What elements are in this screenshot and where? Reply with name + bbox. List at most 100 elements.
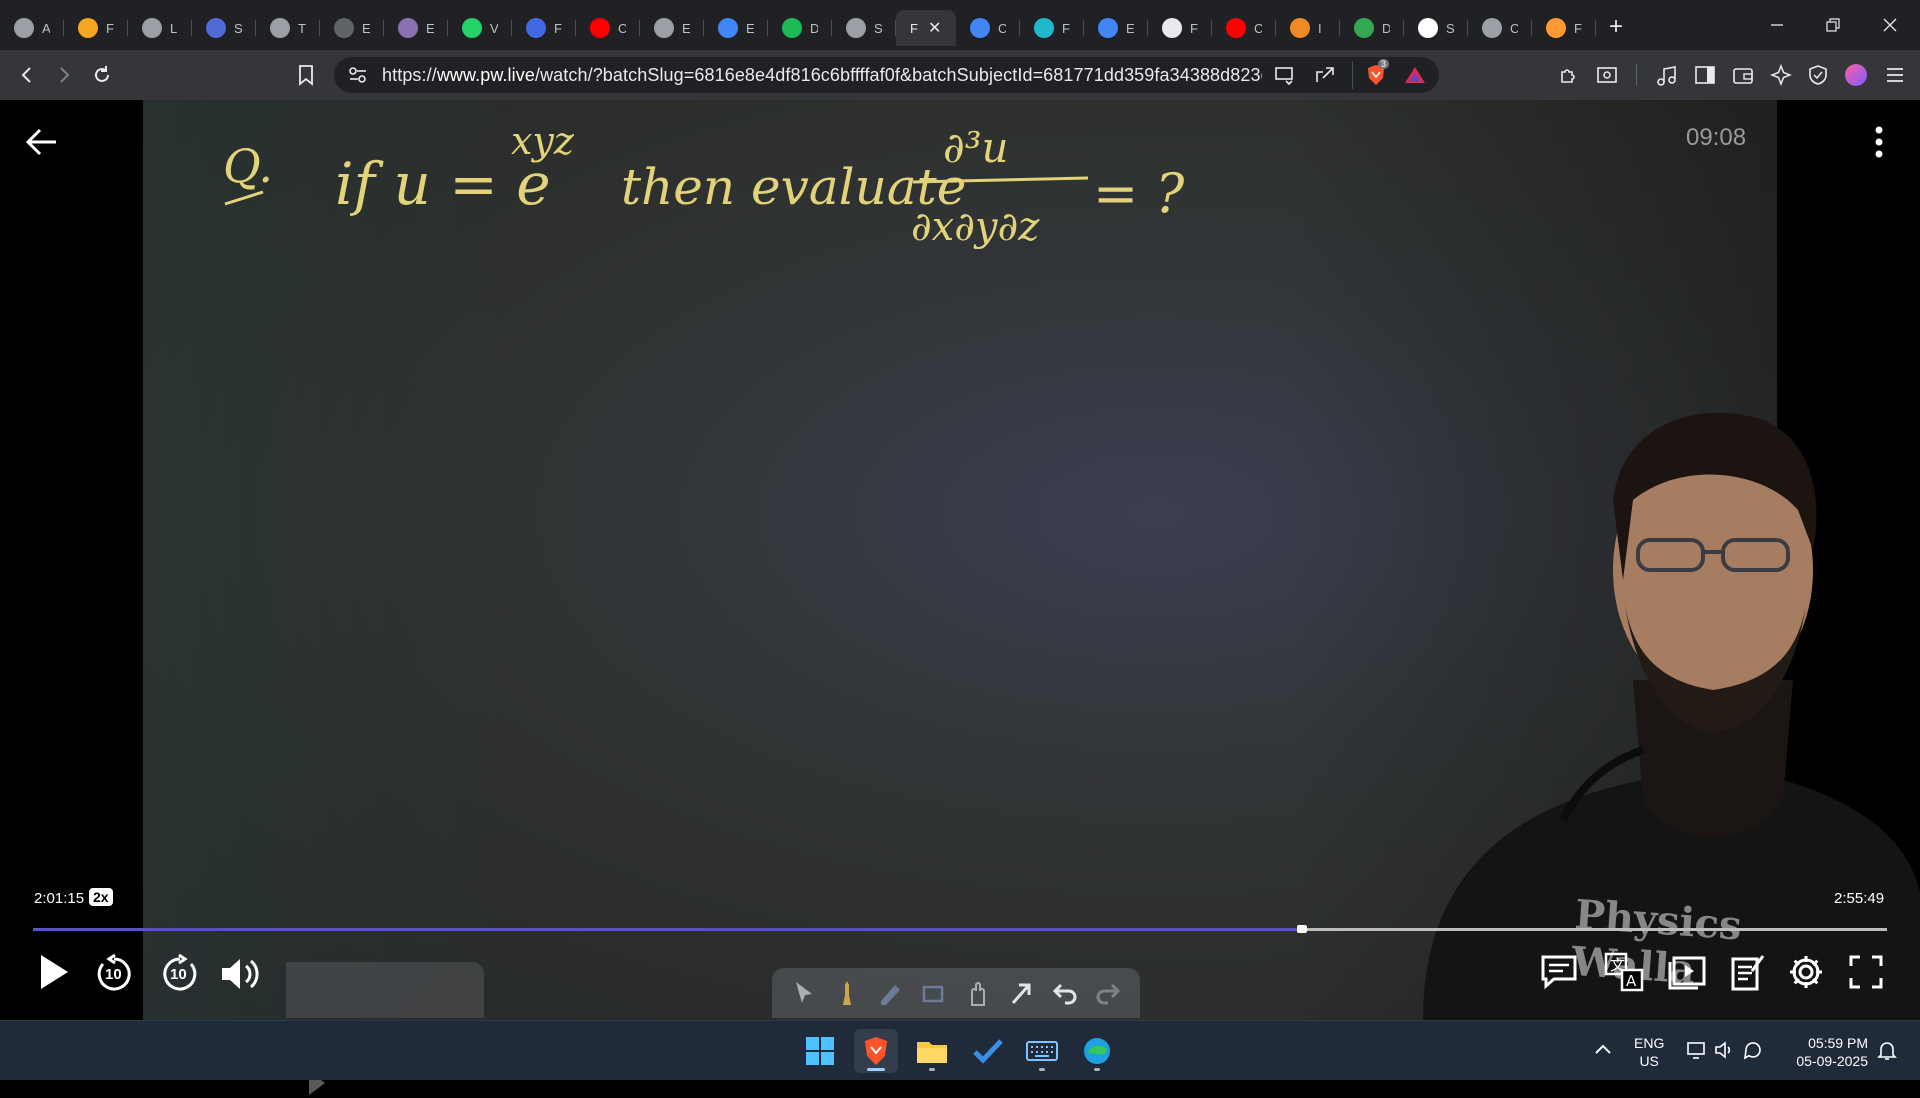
reader-mode-icon[interactable]: [1596, 64, 1618, 86]
settings-button[interactable]: [1786, 952, 1826, 992]
close-tab-icon[interactable]: ✕: [928, 18, 941, 38]
vpn-shield-icon[interactable]: [1807, 64, 1829, 86]
restore-icon: [1826, 18, 1840, 32]
more-options-icon[interactable]: [1866, 122, 1892, 162]
back-arrow-icon[interactable]: [22, 122, 62, 162]
browser-tab[interactable]: E: [1084, 10, 1148, 46]
menu-icon[interactable]: [1884, 64, 1906, 86]
browser-tab-strip: A F L S T E E V F C E E D S F ✕ C F E F C I D S C F +: [0, 0, 1920, 50]
share-icon[interactable]: [1314, 65, 1336, 85]
url-scheme: https://: [382, 64, 437, 85]
seek-bar-handle[interactable]: [1297, 925, 1307, 933]
new-tab-button[interactable]: +: [1596, 9, 1636, 45]
browser-tab[interactable]: E: [640, 10, 704, 46]
highlighter-tool-icon[interactable]: [877, 979, 905, 1007]
media-icon[interactable]: [1656, 64, 1678, 86]
browser-tab[interactable]: S: [192, 10, 256, 46]
network-icon[interactable]: [1686, 1039, 1708, 1061]
browser-tab[interactable]: D: [1340, 10, 1404, 46]
browser-tab[interactable]: E: [704, 10, 768, 46]
taskbar-file-explorer[interactable]: [910, 1029, 954, 1073]
browser-tab[interactable]: T: [256, 10, 320, 46]
taskbar-edge[interactable]: [1075, 1029, 1119, 1073]
play-button[interactable]: [36, 950, 72, 994]
browser-tab[interactable]: C: [1212, 10, 1276, 46]
system-clock[interactable]: 05:59 PM 05-09-2025: [1784, 1034, 1868, 1070]
url-text[interactable]: https://www.pw.live/watch/?batchSlug=681…: [382, 65, 1262, 86]
seek-bar[interactable]: [33, 925, 1887, 933]
address-bar[interactable]: https://www.pw.live/watch/?batchSlug=681…: [334, 57, 1439, 93]
language-indicator[interactable]: ENG US: [1634, 1034, 1664, 1070]
translate-button[interactable]: 文A: [1604, 952, 1644, 992]
hand-tool-icon[interactable]: [964, 979, 992, 1007]
speaker-icon[interactable]: [1714, 1039, 1736, 1061]
browser-tab[interactable]: S: [1404, 10, 1468, 46]
brave-shields-button[interactable]: 3: [1364, 59, 1390, 87]
tab-title: F: [1574, 20, 1582, 36]
arrow-tool-icon[interactable]: [1007, 979, 1035, 1007]
browser-tab[interactable]: D: [768, 10, 832, 46]
browser-tab[interactable]: E: [384, 10, 448, 46]
browser-tab[interactable]: F: [1148, 10, 1212, 46]
folder-icon: [917, 1042, 947, 1063]
browser-tab[interactable]: F: [64, 10, 128, 46]
cast-icon[interactable]: [1274, 65, 1296, 85]
current-time: 2:01:15: [34, 890, 85, 907]
brave-rewards-icon[interactable]: [1404, 65, 1426, 85]
spiral-icon: [398, 18, 418, 38]
forward-10-button[interactable]: 10: [160, 950, 200, 994]
browser-tab[interactable]: L: [128, 10, 192, 46]
taskbar-todo[interactable]: [966, 1029, 1010, 1073]
redo-icon[interactable]: [1094, 979, 1122, 1007]
browser-tab[interactable]: F: [1532, 10, 1596, 46]
pointer-tool-icon[interactable]: [790, 979, 818, 1007]
notification-bell-icon[interactable]: [1876, 1039, 1898, 1061]
shapes-tool-icon[interactable]: [920, 979, 948, 1007]
pen-tool-icon[interactable]: [833, 979, 861, 1007]
browser-tab[interactable]: C: [576, 10, 640, 46]
volume-button[interactable]: [218, 952, 264, 996]
rewind-10-button[interactable]: 10: [94, 950, 134, 994]
handwritten-question: Q. if u = e xyz then evaluate ∂³u ∂x∂y∂z…: [223, 119, 1185, 250]
browser-tab[interactable]: E: [320, 10, 384, 46]
video-player[interactable]: Q. if u = e xyz then evaluate ∂³u ∂x∂y∂z…: [0, 100, 1920, 1095]
taskbar-keyboard[interactable]: [1020, 1029, 1064, 1073]
start-button[interactable]: [798, 1029, 842, 1073]
india-flag-icon: [1546, 18, 1566, 38]
shield-count-badge: 3: [1378, 59, 1390, 69]
undo-icon[interactable]: [1051, 979, 1079, 1007]
wikipedia-icon: [1418, 18, 1438, 38]
browser-tab[interactable]: V: [448, 10, 512, 46]
wallet-icon[interactable]: [1732, 64, 1754, 86]
fullscreen-button[interactable]: [1848, 952, 1884, 992]
comments-button[interactable]: [1540, 952, 1578, 992]
restore-button[interactable]: [1805, 0, 1861, 50]
google-icon: [1098, 18, 1118, 38]
close-window-button[interactable]: [1862, 0, 1918, 50]
leo-ai-icon[interactable]: [1770, 64, 1792, 86]
notes-button[interactable]: [1730, 952, 1766, 992]
browser-tab[interactable]: C: [956, 10, 1020, 46]
taskbar-brave[interactable]: [854, 1029, 898, 1073]
browser-tab[interactable]: A: [0, 10, 64, 46]
browser-tab[interactable]: F: [1020, 10, 1084, 46]
minimize-button[interactable]: [1749, 0, 1805, 50]
chevron-up-icon[interactable]: [1592, 1039, 1614, 1061]
sidebar-icon[interactable]: [1694, 64, 1716, 86]
extensions-icon[interactable]: [1558, 64, 1580, 86]
bookmark-button[interactable]: [288, 57, 324, 93]
browser-tab[interactable]: F ✕: [896, 10, 956, 46]
playback-speed-badge[interactable]: 2x: [89, 888, 113, 906]
running-indicator: [867, 1068, 885, 1071]
lecture-playlist-button[interactable]: [1668, 952, 1708, 992]
whiteboard-toolbar: [772, 968, 1140, 1018]
profile-avatar[interactable]: [1845, 64, 1867, 86]
browser-tab[interactable]: S: [832, 10, 896, 46]
battery-saver-icon[interactable]: [1742, 1039, 1764, 1061]
forward-button[interactable]: [46, 57, 82, 93]
browser-tab[interactable]: C: [1468, 10, 1532, 46]
reload-button[interactable]: [84, 57, 120, 93]
browser-tab[interactable]: I: [1276, 10, 1340, 46]
back-button[interactable]: [9, 57, 45, 93]
browser-tab[interactable]: F: [512, 10, 576, 46]
